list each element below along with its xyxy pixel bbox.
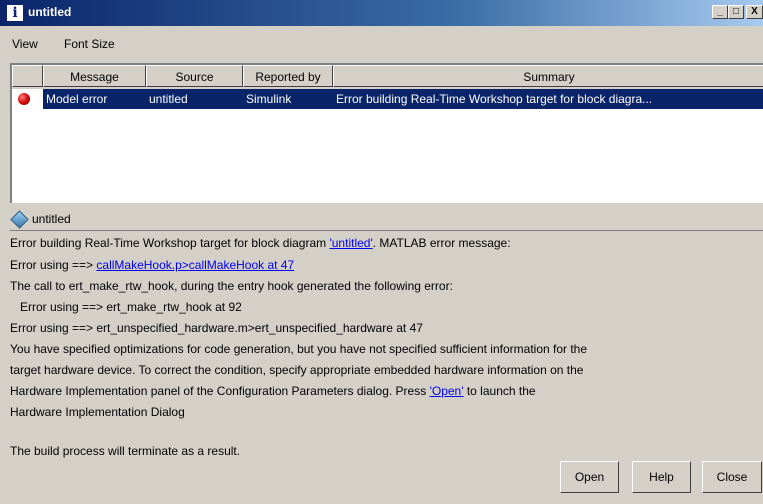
column-header-icon[interactable] (12, 65, 43, 87)
detail-line: Hardware Implementation panel of the Con… (10, 384, 763, 398)
close-window-button[interactable]: X (746, 5, 763, 19)
row-source: untitled (146, 89, 243, 109)
column-header-source[interactable]: Source (146, 65, 243, 87)
help-button[interactable]: Help (632, 461, 691, 493)
detail-text: Error building Real-Time Workshop target… (10, 236, 330, 250)
message-table: Message Source Reported by Summary Model… (10, 63, 763, 203)
column-header-summary[interactable]: Summary (333, 65, 763, 87)
row-message: Model error (43, 89, 146, 109)
error-icon (18, 93, 30, 105)
detail-text: . MATLAB error message: (372, 236, 511, 250)
detail-line: The call to ert_make_rtw_hook, during th… (10, 279, 453, 293)
minimize-button[interactable]: _ (712, 5, 728, 19)
open-link[interactable]: 'Open' (430, 384, 464, 398)
detail-line: You have specified optimizations for cod… (10, 342, 588, 356)
info-icon: i (7, 5, 23, 21)
detail-header: untitled (10, 210, 763, 231)
detail-text: to launch the (463, 384, 536, 398)
menu-view[interactable]: View (12, 37, 38, 51)
row-reported-by: Simulink (243, 89, 333, 109)
title-bar: i untitled _ □ X (0, 0, 763, 26)
detail-line: The build process will terminate as a re… (10, 444, 241, 458)
detail-line: Error using ==> ert_make_rtw_hook at 92 (10, 300, 242, 314)
detail-header-label: untitled (32, 212, 71, 226)
detail-line: Hardware Implementation Dialog (10, 405, 185, 419)
detail-text: Hardware Implementation panel of the Con… (10, 384, 430, 398)
callmakehook-link[interactable]: callMakeHook.p>callMakeHook at 47 (96, 258, 294, 272)
open-button[interactable]: Open (560, 461, 619, 493)
untitled-link[interactable]: 'untitled' (329, 236, 372, 250)
detail-text: Error using ==> (10, 258, 97, 272)
model-icon (10, 210, 29, 229)
table-row[interactable]: Model error untitled Simulink Error buil… (12, 89, 763, 109)
menu-font-size[interactable]: Font Size (64, 37, 115, 51)
detail-line: Error building Real-Time Workshop target… (10, 236, 763, 250)
maximize-button[interactable]: □ (728, 5, 744, 19)
detail-line: Error using ==> callMakeHook.p>callMakeH… (10, 258, 763, 272)
window-title: untitled (28, 5, 72, 19)
menu-bar: View Font Size (0, 26, 763, 58)
column-header-message[interactable]: Message (43, 65, 146, 87)
close-button[interactable]: Close (702, 461, 762, 493)
detail-line: Error using ==> ert_unspecified_hardware… (10, 321, 423, 335)
detail-line: target hardware device. To correct the c… (10, 363, 584, 377)
row-status-cell (12, 89, 43, 109)
table-header: Message Source Reported by Summary (12, 65, 763, 89)
column-header-reported-by[interactable]: Reported by (243, 65, 333, 87)
row-summary: Error building Real-Time Workshop target… (333, 89, 763, 109)
